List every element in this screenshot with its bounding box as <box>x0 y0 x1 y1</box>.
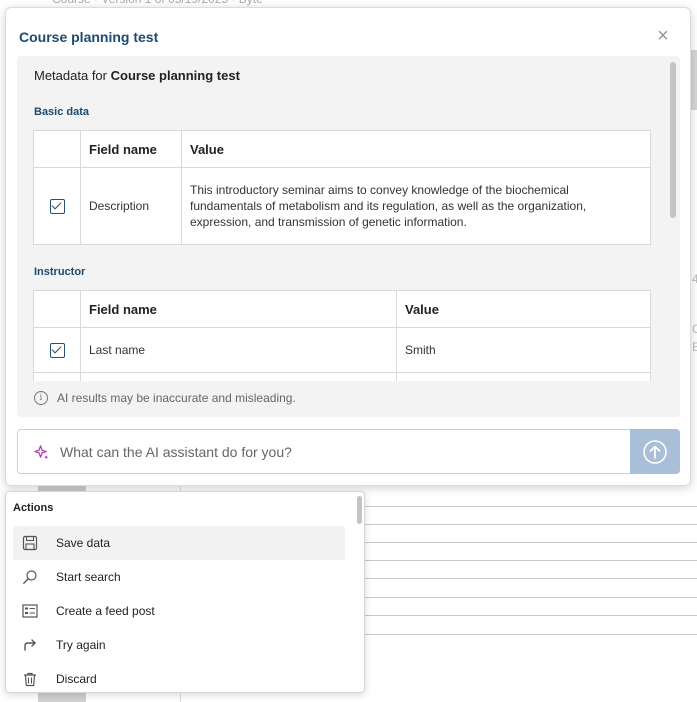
actions-scrollbar[interactable] <box>357 496 362 524</box>
table-header-select <box>33 290 81 328</box>
table-header-row: Field name Value <box>33 130 651 168</box>
checkbox-checked[interactable] <box>49 198 65 214</box>
field-name-cell: Description <box>80 167 182 245</box>
action-save-data[interactable]: Save data <box>13 526 345 560</box>
background-scrollbar <box>690 50 697 110</box>
background-mark: C <box>692 322 697 336</box>
ai-disclaimer-text: AI results may be inaccurate and mislead… <box>57 391 296 405</box>
info-icon: i <box>34 391 48 405</box>
value-cell: Smith <box>396 327 651 373</box>
action-label: Save data <box>56 536 111 550</box>
sparkle-icon <box>34 445 49 460</box>
table-row: Description This introductory seminar ai… <box>33 167 651 245</box>
arrow-up-icon <box>643 439 667 464</box>
instructor-table: Field name Value Last name Smith <box>33 290 651 381</box>
metadata-scroll-area[interactable]: Metadata for Course planning test Basic … <box>17 56 665 381</box>
save-icon <box>21 534 39 552</box>
table-row <box>33 372 651 381</box>
table-header-row: Field name Value <box>33 290 651 328</box>
action-label: Discard <box>56 672 97 686</box>
table-header-value: Value <box>396 290 651 328</box>
actions-menu: Actions Save data Start search Create a … <box>5 491 365 693</box>
ai-assistant-input-box <box>17 429 680 474</box>
background-mark: E <box>692 340 697 354</box>
redo-icon <box>21 636 39 654</box>
close-icon[interactable]: × <box>654 26 672 46</box>
metadata-scrollbar[interactable] <box>670 62 676 218</box>
metadata-subject: Course planning test <box>110 68 240 83</box>
basic-data-table: Field name Value Description This introd… <box>33 130 651 245</box>
metadata-panel: Metadata for Course planning test Basic … <box>17 56 680 417</box>
field-name-cell: Last name <box>80 327 397 373</box>
ai-disclaimer: i AI results may be inaccurate and misle… <box>34 391 296 405</box>
metadata-dialog: Course planning test × Metadata for Cour… <box>5 7 691 486</box>
checkbox-checked[interactable] <box>49 342 65 358</box>
action-create-feed-post[interactable]: Create a feed post <box>13 594 345 628</box>
table-row: Last name Smith <box>33 327 651 373</box>
table-header-select <box>33 130 81 168</box>
metadata-heading: Metadata for Course planning test <box>34 68 240 83</box>
background-mark: 4 <box>692 272 697 286</box>
actions-title: Actions <box>13 502 54 514</box>
search-icon <box>21 568 39 586</box>
table-header-value: Value <box>181 130 651 168</box>
action-start-search[interactable]: Start search <box>13 560 345 594</box>
action-try-again[interactable]: Try again <box>13 628 345 662</box>
row-checkbox-cell <box>33 167 81 245</box>
action-discard[interactable]: Discard <box>13 662 345 696</box>
table-header-field-name: Field name <box>80 290 397 328</box>
value-cell: This introductory seminar aims to convey… <box>181 167 651 245</box>
row-checkbox-cell <box>33 327 81 373</box>
ai-assistant-input[interactable] <box>60 442 620 462</box>
feed-icon <box>21 602 39 620</box>
action-label: Create a feed post <box>56 604 155 618</box>
action-label: Try again <box>56 638 106 652</box>
section-label-basic-data: Basic data <box>34 106 90 118</box>
action-label: Start search <box>56 570 121 584</box>
section-label-instructor: Instructor <box>34 266 86 278</box>
metadata-prefix: Metadata for <box>34 68 111 83</box>
send-button[interactable] <box>630 429 680 474</box>
table-header-field-name: Field name <box>80 130 182 168</box>
trash-icon <box>21 670 39 688</box>
dialog-title: Course planning test <box>19 29 159 45</box>
